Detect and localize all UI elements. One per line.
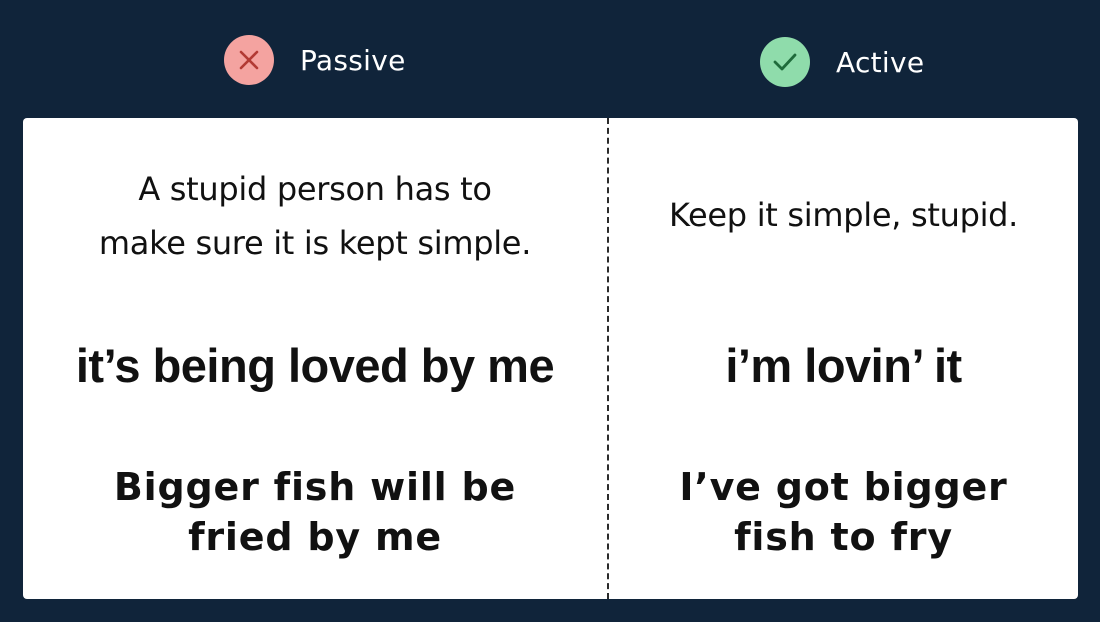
active-phrase-1: Keep it simple, stupid. bbox=[609, 188, 1078, 242]
active-phrase-3-line-1: I’ve got bigger bbox=[679, 465, 1008, 509]
active-phrase-3: I’ve got bigger fish to fry bbox=[609, 462, 1078, 562]
passive-phrase-3: Bigger fish will be fried by me bbox=[23, 462, 607, 562]
active-badge bbox=[760, 37, 810, 87]
header: Passive Active bbox=[0, 0, 1100, 118]
passive-phrase-3-line-2: fried by me bbox=[188, 515, 442, 559]
passive-phrase-2-line-1: it’s being loved by me bbox=[75, 339, 555, 392]
passive-column: A stupid person has to make sure it is k… bbox=[23, 118, 607, 599]
active-phrase-1-line-1: Keep it simple, stupid. bbox=[668, 196, 1019, 234]
passive-badge bbox=[224, 35, 274, 85]
comparison-card: A stupid person has to make sure it is k… bbox=[23, 118, 1078, 599]
active-phrase-2-line-1: i’m lovin’ it bbox=[725, 339, 962, 392]
passive-phrase-2: it’s being loved by me bbox=[23, 338, 607, 394]
passive-phrase-3-line-1: Bigger fish will be bbox=[113, 465, 517, 509]
passive-phrase-1: A stupid person has to make sure it is k… bbox=[23, 162, 607, 270]
passive-phrase-1-line-1: A stupid person has to bbox=[138, 170, 492, 208]
active-phrase-2: i’m lovin’ it bbox=[609, 338, 1078, 394]
active-label-group: Active bbox=[760, 37, 924, 87]
x-icon bbox=[239, 50, 259, 70]
check-icon bbox=[773, 53, 797, 71]
passive-label: Passive bbox=[300, 43, 406, 77]
passive-label-group: Passive bbox=[224, 35, 406, 85]
passive-phrase-1-line-2: make sure it is kept simple. bbox=[98, 224, 532, 262]
active-column: Keep it simple, stupid. i’m lovin’ it I’… bbox=[609, 118, 1078, 599]
active-phrase-3-line-2: fish to fry bbox=[734, 515, 953, 559]
active-label: Active bbox=[836, 45, 925, 79]
